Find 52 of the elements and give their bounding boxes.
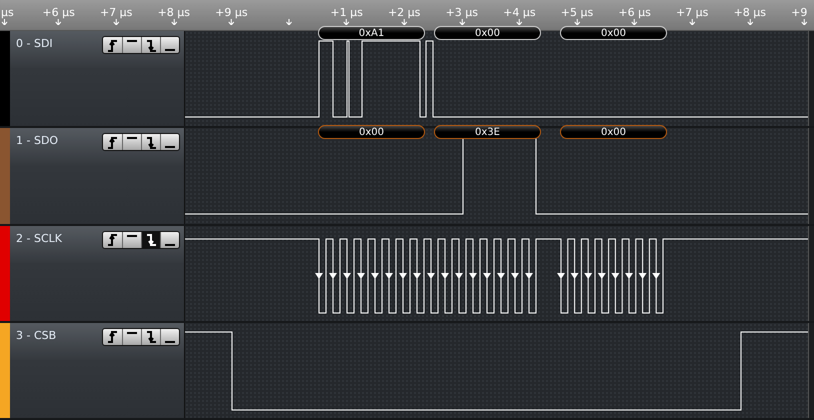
time-label: +4 µs (503, 6, 536, 19)
decoded-value: 0x00 (560, 26, 667, 40)
decoded-value: 0x3E (434, 125, 541, 140)
tick-marker-icon (400, 19, 408, 25)
rising-edge-icon (106, 232, 119, 247)
falling-edge-icon (144, 134, 158, 150)
decoded-value: 0x00 (434, 26, 541, 40)
time-label: µs (1, 6, 14, 19)
tick-marker-icon (55, 19, 62, 25)
rising-edge-icon (106, 134, 119, 150)
falling-edge-icon (144, 329, 158, 344)
time-label: +8 µs (734, 6, 766, 19)
time-label: +2 µs (388, 6, 420, 19)
tick-marker-icon (343, 19, 350, 25)
time-label: +9 (791, 6, 808, 19)
trigger-button[interactable] (141, 232, 160, 248)
tick-marker-icon (170, 19, 178, 25)
channel-name: 3 - CSB (16, 328, 56, 342)
tick-marker-icon (112, 19, 120, 25)
falling-edge-icon (144, 232, 158, 247)
time-label: +6 µs (42, 6, 75, 19)
tick-marker-icon (631, 19, 638, 25)
tick-marker-icon (746, 19, 754, 25)
tick-marker-icon (458, 19, 466, 25)
tick-marker-icon (688, 19, 696, 25)
channel-name: 1 - SDO (16, 134, 58, 148)
falling-edge-icon (144, 38, 158, 52)
time-label: +8 µs (158, 6, 190, 19)
decoded-value: 0xA1 (318, 26, 425, 40)
time-label: +9 µs (215, 6, 248, 19)
decoded-value: 0x00 (560, 125, 667, 140)
tick-marker-icon (516, 19, 523, 25)
decoded-value: 0x00 (318, 125, 425, 140)
time-label: +7 µs (676, 6, 708, 19)
low-level-icon (165, 146, 175, 148)
tick-marker-icon (1, 19, 8, 25)
time-label: +5 µs (560, 6, 594, 19)
tick-marker-icon (574, 19, 580, 25)
time-label: +3 µs (446, 6, 478, 19)
time-label: +1 µs (330, 6, 363, 19)
tick-marker-icon (800, 19, 808, 25)
time-label: +6 µs (618, 6, 651, 19)
tick-marker-icon (228, 19, 235, 25)
high-level-icon (127, 332, 137, 334)
tick-marker-icon (286, 19, 292, 25)
low-level-icon (165, 340, 175, 343)
rising-edge-icon (106, 38, 119, 52)
high-level-icon (127, 137, 137, 140)
time-label: +7 µs (100, 6, 132, 19)
channel-name: 2 - SCLK (16, 232, 62, 244)
channel-name: 0 - SDI (16, 37, 53, 50)
rising-edge-icon (106, 329, 119, 344)
